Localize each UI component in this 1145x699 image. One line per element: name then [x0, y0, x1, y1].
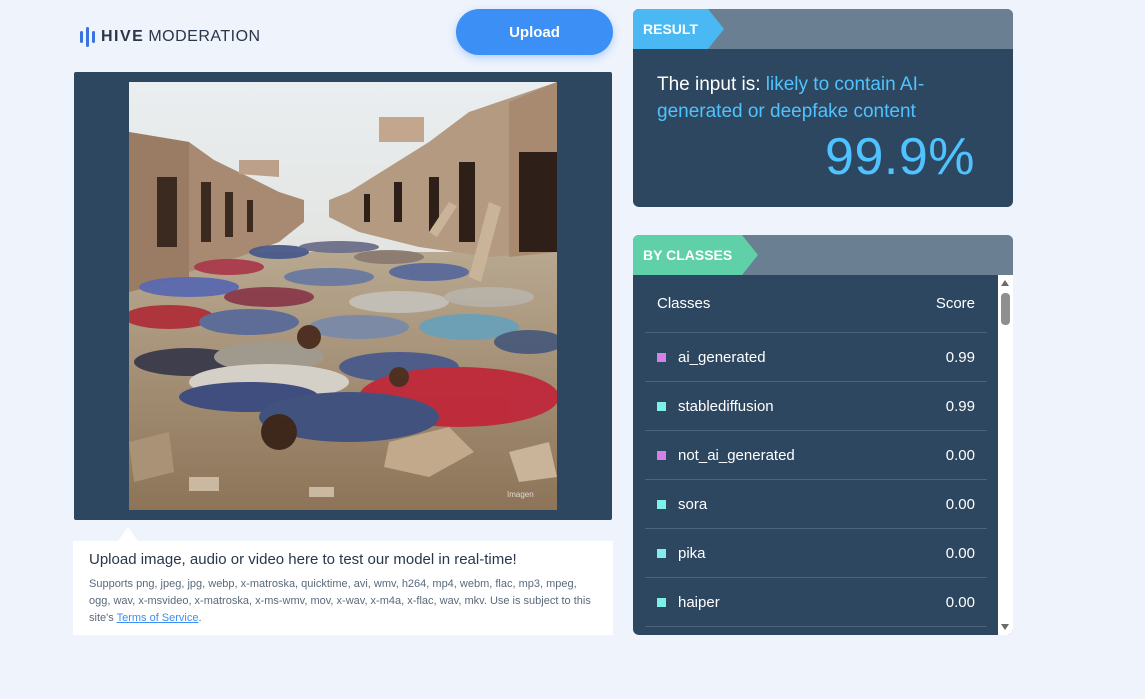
class-row: ai_generated 0.99 — [645, 333, 987, 382]
class-row: pika 0.00 — [645, 529, 987, 578]
classes-table-header: Classes Score — [645, 275, 987, 333]
class-row: sora 0.00 — [645, 480, 987, 529]
scrollbar-thumb[interactable] — [1001, 293, 1010, 325]
scroll-up-arrow-icon[interactable] — [1001, 280, 1009, 286]
class-color-swatch — [657, 352, 666, 362]
result-statement: The input is: likely to contain AI-gener… — [657, 71, 977, 125]
class-name: not_ai_generated — [678, 446, 795, 464]
scroll-down-arrow-icon[interactable] — [1001, 624, 1009, 630]
class-row: stablediffusion 0.99 — [645, 382, 987, 431]
classes-tag: BY CLASSES — [633, 235, 759, 275]
image-watermark: Imagen — [507, 490, 534, 499]
uploaded-image: Imagen — [129, 82, 557, 510]
hive-logo-icon — [80, 26, 95, 48]
classes-rows: ai_generated 0.99 stablediffusion 0.99 not_a… — [645, 333, 987, 627]
class-score: 0.00 — [945, 593, 975, 611]
class-row: not_ai_generated 0.00 — [645, 431, 987, 480]
result-score: 99.9% — [825, 128, 975, 186]
upload-info-title: Upload image, audio or video here to tes… — [89, 551, 517, 568]
upload-button[interactable]: Upload — [456, 9, 613, 55]
result-tag-label: RESULT — [643, 21, 698, 37]
classes-card: BY CLASSES Classes Score ai_generated 0.9… — [633, 235, 1013, 635]
column-header-classes: Classes — [657, 295, 711, 312]
class-color-swatch — [657, 548, 666, 558]
class-score: 0.00 — [945, 495, 975, 513]
class-score: 0.00 — [945, 446, 975, 464]
info-pointer — [118, 527, 138, 541]
logo-name-bold: HIVE — [101, 28, 145, 45]
result-prefix: The input is: — [657, 74, 766, 95]
result-card: RESULT The input is: likely to contain A… — [633, 9, 1013, 207]
result-card-header: RESULT — [633, 9, 1013, 49]
logo-wordmark: HIVE MODERATION — [101, 28, 261, 46]
page: HIVE MODERATION Upload Imagen Upload ima… — [0, 0, 1145, 699]
class-color-swatch — [657, 499, 666, 509]
class-color-swatch — [657, 597, 666, 607]
supported-formats-text: Supports png, jpeg, jpg, webp, x-matrosk… — [89, 576, 597, 627]
result-tag: RESULT — [633, 9, 724, 49]
terms-suffix: . — [198, 612, 202, 624]
class-row: haiper 0.00 — [645, 578, 987, 627]
media-preview-panel[interactable]: Imagen — [74, 72, 612, 520]
class-color-swatch — [657, 450, 666, 460]
class-name: pika — [678, 544, 706, 562]
class-name: stablediffusion — [678, 397, 774, 415]
upload-info: Upload image, audio or video here to tes… — [73, 541, 613, 635]
classes-tag-label: BY CLASSES — [643, 247, 733, 263]
classes-table: Classes Score ai_generated 0.99 stablediff… — [645, 275, 987, 635]
classes-card-header: BY CLASSES — [633, 235, 1013, 275]
terms-of-service-link[interactable]: Terms of Service — [117, 612, 199, 624]
class-score: 0.99 — [945, 348, 975, 366]
column-header-score: Score — [935, 295, 975, 312]
class-name: sora — [678, 495, 708, 513]
class-score: 0.00 — [945, 544, 975, 562]
classes-scrollbar[interactable] — [998, 275, 1013, 635]
logo-name-rest: MODERATION — [148, 28, 261, 45]
class-name: ai_generated — [678, 348, 766, 366]
class-name: haiper — [678, 593, 720, 611]
class-score: 0.99 — [945, 397, 975, 415]
hive-moderation-logo[interactable]: HIVE MODERATION — [80, 26, 261, 48]
class-color-swatch — [657, 401, 666, 411]
